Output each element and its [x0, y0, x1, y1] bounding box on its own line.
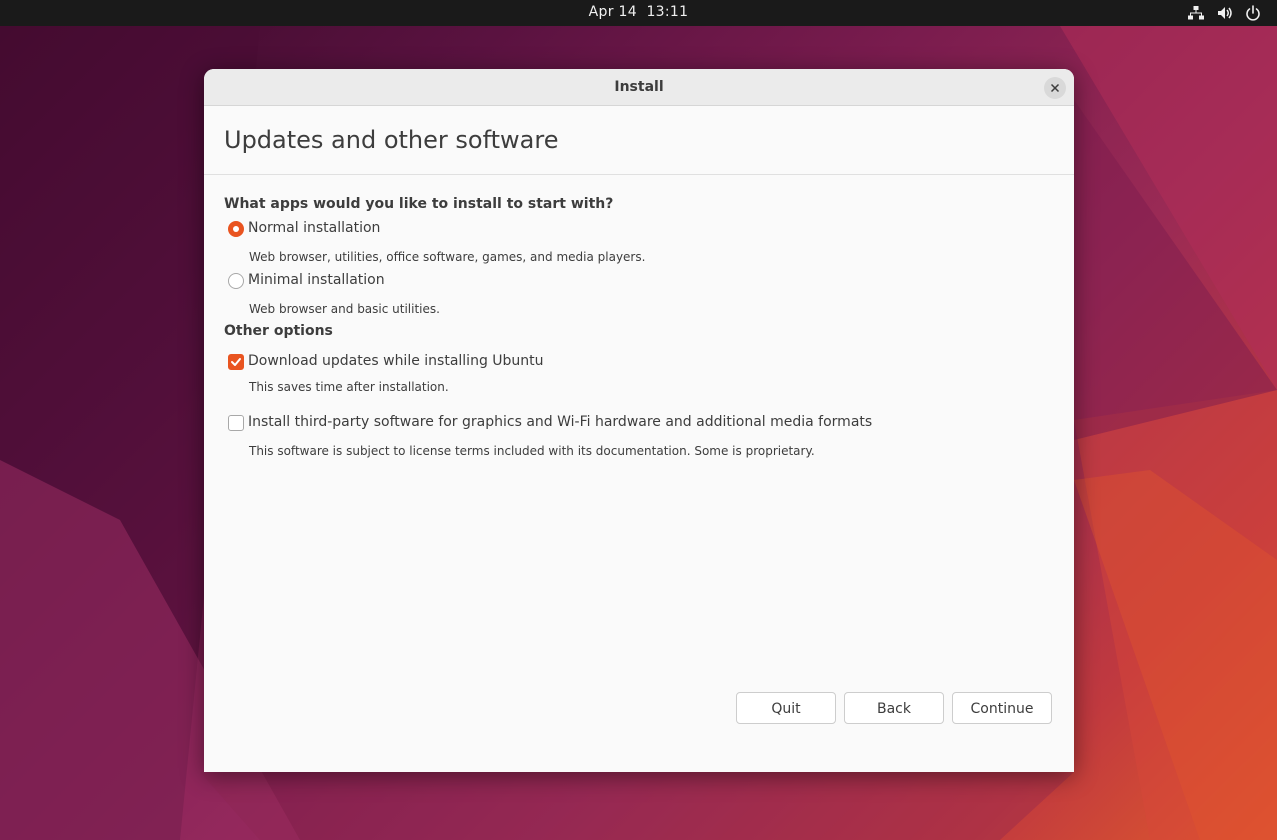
checkmark-icon [231, 358, 241, 366]
apps-section-heading: What apps would you like to install to s… [224, 196, 614, 212]
download-updates-label[interactable]: Download updates while installing Ubuntu [248, 353, 544, 369]
minimal-installation-label[interactable]: Minimal installation [248, 272, 385, 288]
top-bar: Apr 14 13:11 [0, 0, 1277, 26]
clock[interactable]: Apr 14 13:11 [0, 4, 1277, 20]
download-updates-description: This saves time after installation. [249, 380, 449, 394]
close-button[interactable] [1044, 77, 1066, 99]
third-party-software-description: This software is subject to license term… [249, 444, 815, 458]
volume-icon[interactable] [1216, 4, 1234, 22]
quit-button[interactable]: Quit [736, 692, 836, 724]
window-title: Install [614, 79, 664, 95]
power-icon[interactable] [1244, 4, 1262, 22]
installer-window: Install Updates and other software What … [204, 69, 1074, 772]
page-title: Updates and other software [224, 126, 559, 154]
clock-date: Apr 14 [588, 4, 637, 20]
normal-installation-description: Web browser, utilities, office software,… [249, 250, 646, 264]
back-button[interactable]: Back [844, 692, 944, 724]
continue-button[interactable]: Continue [952, 692, 1052, 724]
normal-installation-radio[interactable] [228, 221, 244, 237]
desktop: Apr 14 13:11 Install Updates and other s… [0, 0, 1277, 840]
download-updates-checkbox[interactable] [228, 354, 244, 370]
minimal-installation-radio[interactable] [228, 273, 244, 289]
title-bar[interactable]: Install [204, 69, 1074, 106]
normal-installation-label[interactable]: Normal installation [248, 220, 380, 236]
clock-time: 13:11 [646, 4, 689, 20]
content-area: What apps would you like to install to s… [204, 175, 1074, 772]
network-icon[interactable] [1187, 4, 1205, 22]
third-party-software-checkbox[interactable] [228, 415, 244, 431]
page-header: Updates and other software [204, 106, 1074, 175]
third-party-software-label[interactable]: Install third-party software for graphic… [248, 414, 872, 430]
other-options-heading: Other options [224, 323, 333, 339]
minimal-installation-description: Web browser and basic utilities. [249, 302, 440, 316]
close-icon [1050, 83, 1060, 93]
